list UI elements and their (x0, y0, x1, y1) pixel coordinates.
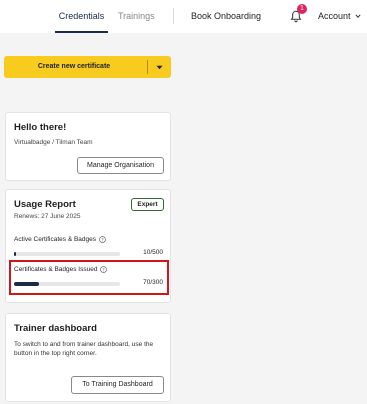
usage-report-title: Usage Report (14, 199, 76, 210)
create-options-dropdown[interactable] (148, 56, 171, 78)
renewal-date: Renews: 27 June 2025 (14, 213, 81, 220)
active-certificates-value: 10/500 (143, 249, 163, 256)
issued-certificates-progress (14, 282, 120, 286)
trainer-dashboard-card: Trainer dashboard To switch to and from … (5, 313, 171, 402)
help-icon[interactable]: ? (99, 236, 106, 243)
training-dashboard-button[interactable]: To Training Dashboard (71, 376, 164, 394)
manage-organisation-button[interactable]: Manage Organisation (77, 157, 164, 174)
book-onboarding-link[interactable]: Book Onboarding (191, 0, 261, 33)
trainer-dashboard-title: Trainer dashboard (14, 323, 97, 334)
chevron-down-icon[interactable] (355, 13, 361, 19)
active-certificates-label: Active Certificates & Badges (14, 236, 97, 243)
tab-trainings[interactable]: Trainings (118, 0, 155, 33)
tab-credentials[interactable]: Credentials (55, 0, 108, 33)
active-certificates-progress (14, 252, 120, 256)
usage-report-card: Usage Report Renews: 27 June 2025 Expert… (5, 189, 171, 303)
account-menu[interactable]: Account (318, 0, 351, 33)
active-certificates-progress-fill (14, 252, 17, 256)
issued-certificates-metric: Certificates & Badges Issued? (14, 266, 108, 273)
trainer-dashboard-description: To switch to and from trainer dashboard,… (14, 341, 154, 357)
issued-certificates-label: Certificates & Badges Issued (14, 266, 98, 273)
create-certificate-button[interactable]: Create new certificate (4, 56, 144, 78)
issued-certificates-value: 70/300 (143, 279, 163, 286)
issued-certificates-progress-fill (14, 282, 39, 286)
help-icon[interactable]: ? (100, 266, 108, 273)
nav-divider (173, 8, 174, 24)
top-navigation: Credentials Trainings Book Onboarding 1 … (0, 0, 367, 33)
hello-title: Hello there! (14, 122, 67, 133)
caret-down-icon (156, 65, 163, 70)
hello-card: Hello there! Virtualbadge / Tilman Team … (5, 112, 171, 181)
plan-badge: Expert (131, 198, 164, 211)
create-certificate-split-button: Create new certificate (4, 56, 171, 78)
active-certificates-metric: Active Certificates & Badges? (14, 236, 106, 243)
organisation-name: Virtualbadge / Tilman Team (14, 139, 93, 146)
notification-badge: 1 (297, 4, 307, 14)
